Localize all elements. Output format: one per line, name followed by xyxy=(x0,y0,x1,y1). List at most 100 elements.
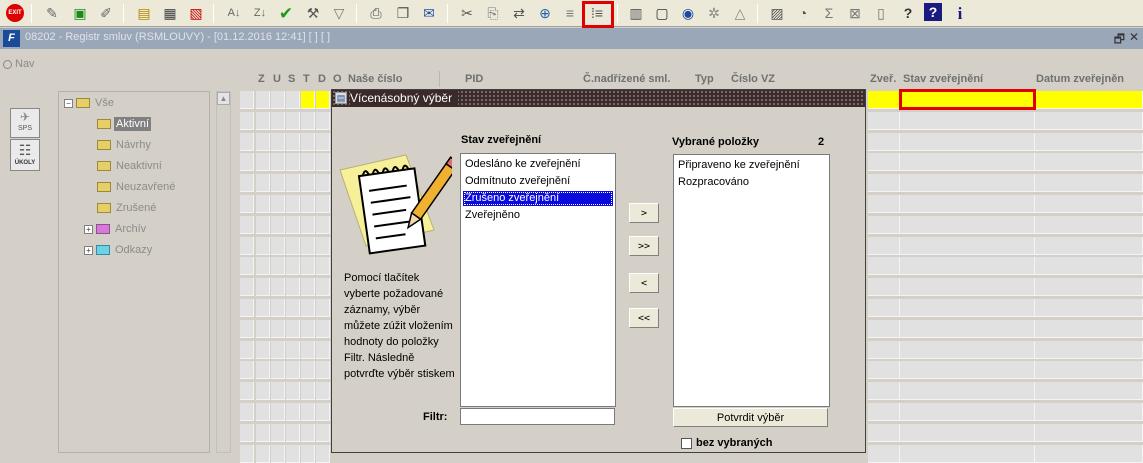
row-selector-cell[interactable] xyxy=(240,403,254,421)
query-execute-icon[interactable]: ▦ xyxy=(160,3,180,23)
flag-cell[interactable] xyxy=(301,91,315,109)
cut-icon[interactable]: ✂ xyxy=(457,3,477,23)
flag-cell[interactable] xyxy=(286,237,300,255)
zoom-icon[interactable]: ⊕ xyxy=(535,3,555,23)
row-selector-cell[interactable] xyxy=(240,299,254,317)
copy-icon[interactable]: ❐ xyxy=(393,3,413,23)
stav-zverejneni-cell[interactable] xyxy=(900,237,1035,255)
gear-icon[interactable]: ✲ xyxy=(704,3,724,23)
flag-cell[interactable] xyxy=(316,153,330,171)
flag-cell[interactable] xyxy=(301,320,315,338)
zver-cell[interactable] xyxy=(868,424,900,442)
query-cancel-icon[interactable]: ▧ xyxy=(186,3,206,23)
tree-node-neuzavrene[interactable]: Neuzavřené xyxy=(97,179,177,195)
flag-cell[interactable] xyxy=(286,403,300,421)
filter-input[interactable] xyxy=(460,408,615,425)
chart-icon[interactable]: ▨ xyxy=(767,3,787,23)
ukoly-button[interactable]: ☷ ÚKOLY xyxy=(10,139,40,171)
source-item-selected[interactable]: Zrušeno zveřejnění xyxy=(463,191,613,206)
wrench-icon[interactable]: ⚒ xyxy=(303,3,323,23)
datum-zverejneni-cell[interactable] xyxy=(1035,424,1143,442)
flag-cell[interactable] xyxy=(286,112,300,130)
flag-cell[interactable] xyxy=(301,424,315,442)
flag-cell[interactable] xyxy=(316,174,330,192)
tree-node-odkazy[interactable]: + Odkazy xyxy=(84,242,154,258)
tree-node-zrusene[interactable]: Zrušené xyxy=(97,200,158,216)
row-selector-cell[interactable] xyxy=(240,445,254,463)
stav-zverejneni-cell[interactable] xyxy=(900,278,1035,296)
datum-zverejneni-cell[interactable] xyxy=(1035,174,1143,192)
flag-cell[interactable] xyxy=(316,299,330,317)
zver-cell[interactable] xyxy=(868,112,900,130)
stav-zverejneni-cell[interactable] xyxy=(900,195,1035,213)
row-selector-cell[interactable] xyxy=(240,112,254,130)
close-box-icon[interactable]: ⊠ xyxy=(845,3,865,23)
stav-zverejneni-cell[interactable] xyxy=(900,341,1035,359)
datum-zverejneni-cell[interactable] xyxy=(1035,382,1143,400)
flag-cell[interactable] xyxy=(301,237,315,255)
datum-zverejneni-cell[interactable] xyxy=(1035,133,1143,151)
datum-zverejneni-cell[interactable] xyxy=(1035,153,1143,171)
flag-cell[interactable] xyxy=(271,91,285,109)
zver-cell[interactable] xyxy=(868,445,900,463)
flag-cell[interactable] xyxy=(256,341,270,359)
tree-node-neaktivni[interactable]: Neaktivní xyxy=(97,158,164,174)
help-icon[interactable]: ? xyxy=(924,3,942,21)
flag-cell[interactable] xyxy=(301,112,315,130)
globe-icon[interactable]: ◉ xyxy=(678,3,698,23)
flag-cell[interactable] xyxy=(256,320,270,338)
stav-zverejneni-cell[interactable] xyxy=(900,403,1035,421)
flag-cell[interactable] xyxy=(316,112,330,130)
collapse-icon[interactable]: − xyxy=(64,98,73,108)
row-selector-cell[interactable] xyxy=(240,216,254,234)
zver-cell[interactable] xyxy=(868,91,900,109)
flag-cell[interactable] xyxy=(256,361,270,379)
flag-cell[interactable] xyxy=(286,299,300,317)
flag-cell[interactable] xyxy=(301,445,315,463)
zver-cell[interactable] xyxy=(868,382,900,400)
col-header-nase-cislo[interactable]: Naše číslo xyxy=(348,73,402,87)
paste-icon[interactable]: ⎘ xyxy=(483,3,503,23)
flag-cell[interactable] xyxy=(271,112,285,130)
notes-icon[interactable]: ▯ xyxy=(871,3,891,23)
restore-icon[interactable]: 🗗 xyxy=(1114,30,1125,51)
col-header-c-nadrizene[interactable]: Č.nadřízené sml. xyxy=(583,73,670,87)
help-user-icon[interactable]: ? xyxy=(898,3,918,23)
remove-button[interactable]: < xyxy=(629,273,659,293)
row-selector-cell[interactable] xyxy=(240,174,254,192)
sort-asc-icon[interactable]: A↓ xyxy=(224,3,244,23)
flag-cell[interactable] xyxy=(271,341,285,359)
row-selector-cell[interactable] xyxy=(240,382,254,400)
list-icon[interactable]: ≡ xyxy=(560,3,580,23)
stav-zverejneni-cell[interactable] xyxy=(900,445,1035,463)
datum-zverejneni-cell[interactable] xyxy=(1035,361,1143,379)
flag-cell[interactable] xyxy=(316,382,330,400)
target-item[interactable]: Připraveno ke zveřejnění xyxy=(676,158,802,173)
flag-cell[interactable] xyxy=(286,445,300,463)
flag-cell[interactable] xyxy=(316,278,330,296)
zver-cell[interactable] xyxy=(868,299,900,317)
flag-cell[interactable] xyxy=(256,237,270,255)
doc-icon[interactable]: ▢ xyxy=(652,3,672,23)
row-selector-cell[interactable] xyxy=(240,320,254,338)
col-header-pid[interactable]: PID xyxy=(465,73,483,87)
sort-desc-icon[interactable]: Z↓ xyxy=(250,3,270,23)
flag-cell[interactable] xyxy=(271,278,285,296)
datum-zverejneni-cell[interactable] xyxy=(1035,91,1143,109)
zver-cell[interactable] xyxy=(868,237,900,255)
scroll-up-icon[interactable]: ▲ xyxy=(217,92,230,105)
info-icon[interactable]: i xyxy=(950,3,970,23)
stav-zverejneni-cell[interactable] xyxy=(900,361,1035,379)
row-selector-cell[interactable] xyxy=(240,278,254,296)
flag-cell[interactable] xyxy=(286,257,300,275)
stav-zverejneni-cell[interactable] xyxy=(900,382,1035,400)
flag-cell[interactable] xyxy=(286,133,300,151)
flag-cell[interactable] xyxy=(271,257,285,275)
flag-cell[interactable] xyxy=(271,153,285,171)
flag-cell[interactable] xyxy=(316,195,330,213)
flag-cell[interactable] xyxy=(256,153,270,171)
flag-cell[interactable] xyxy=(316,320,330,338)
flag-cell[interactable] xyxy=(301,299,315,317)
col-header-zver[interactable]: Zveř. xyxy=(870,73,896,87)
datum-zverejneni-cell[interactable] xyxy=(1035,257,1143,275)
